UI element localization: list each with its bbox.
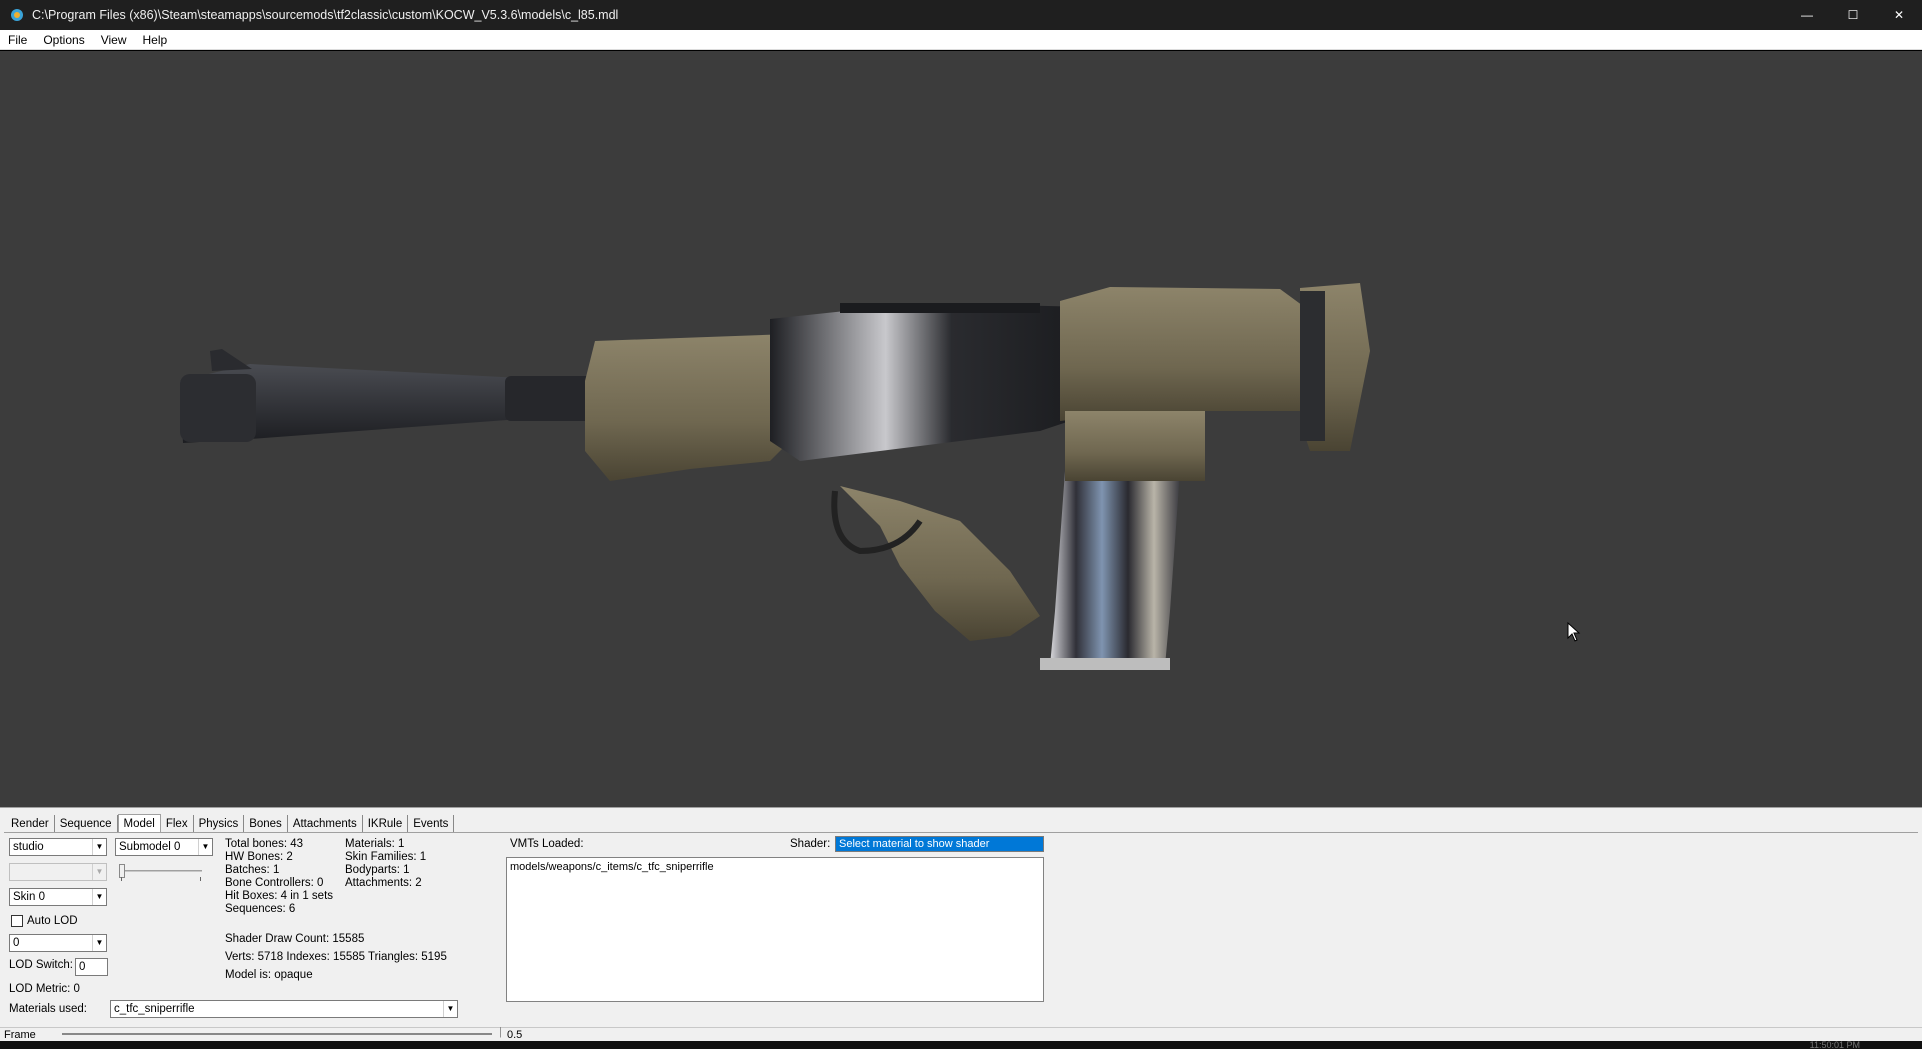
tab-strip: Render Sequence Model Flex Physics Bones…	[6, 813, 455, 833]
tab-render[interactable]: Render	[6, 815, 55, 833]
chevron-down-icon: ▼	[92, 935, 106, 951]
shader-field[interactable]: Select material to show shader	[835, 836, 1044, 852]
mouse-cursor-icon	[1567, 622, 1581, 642]
auto-lod-checkbox[interactable]	[11, 915, 23, 927]
hit-boxes-text: Hit Boxes: 4 in 1 sets	[225, 890, 334, 902]
auto-lod-label: Auto LOD	[27, 915, 78, 927]
bone-controllers-text: Bone Controllers: 0	[225, 877, 324, 889]
lod-switch-input[interactable]: 0	[75, 958, 108, 976]
rifle-model	[180, 283, 1370, 670]
tab-events[interactable]: Events	[408, 815, 455, 833]
lod-switch-label: LOD Switch:	[9, 959, 73, 971]
title-bar: C:\Program Files (x86)\Steam\steamapps\s…	[0, 0, 1922, 30]
geometry-counts-text: Verts: 5718 Indexes: 15585 Triangles: 51…	[225, 951, 447, 963]
model-viewport[interactable]	[0, 51, 1922, 807]
chevron-down-icon: ▼	[443, 1001, 457, 1017]
lod-select[interactable]: 0 ▼	[9, 934, 107, 952]
menu-help[interactable]: Help	[135, 30, 176, 50]
render-mode-value: studio	[13, 841, 44, 853]
lod-value: 0	[13, 937, 20, 949]
materials-used-label: Materials used:	[9, 1003, 87, 1015]
skin-families-text: Skin Families: 1	[345, 851, 427, 863]
tab-ikrule[interactable]: IKRule	[363, 815, 409, 833]
frame-slider-divider: |	[499, 1026, 502, 1038]
attachments-count-text: Attachments: 2	[345, 877, 422, 889]
tab-sequence[interactable]: Sequence	[55, 815, 118, 833]
submodel-slider-track[interactable]	[120, 870, 202, 872]
lod-metric-text: LOD Metric: 0	[9, 983, 80, 995]
hw-bones-text: HW Bones: 2	[225, 851, 293, 863]
taskbar-strip	[0, 1041, 1922, 1049]
menu-view[interactable]: View	[93, 30, 135, 50]
bodypart-select[interactable]: ▼	[9, 863, 107, 881]
tab-flex[interactable]: Flex	[161, 815, 194, 833]
status-bar: Frame | 0.5	[0, 1026, 1922, 1041]
materials-used-select[interactable]: c_tfc_sniperrifle ▼	[110, 1000, 458, 1018]
materials-count-text: Materials: 1	[345, 838, 405, 850]
menu-bar: File Options View Help	[0, 30, 1922, 50]
total-bones-text: Total bones: 43	[225, 838, 304, 850]
tab-physics[interactable]: Physics	[194, 815, 245, 833]
slider-tick	[200, 877, 201, 881]
skin-value: Skin 0	[13, 891, 45, 903]
tab-bones[interactable]: Bones	[244, 815, 288, 833]
minimize-button[interactable]: —	[1784, 0, 1830, 30]
model-stats-secondary: Materials: 1 Skin Families: 1 Bodyparts:…	[345, 838, 426, 890]
app-icon	[11, 9, 23, 21]
list-item[interactable]: models/weapons/c_items/c_tfc_sniperrifle	[510, 861, 1040, 873]
maximize-button[interactable]: ☐	[1830, 0, 1876, 30]
chevron-down-icon: ▼	[92, 864, 106, 880]
slider-tick	[121, 877, 122, 881]
menu-file[interactable]: File	[0, 30, 35, 50]
menu-options[interactable]: Options	[35, 30, 92, 50]
tab-model[interactable]: Model	[117, 814, 161, 833]
vmt-list[interactable]: models/weapons/c_items/c_tfc_sniperrifle	[506, 857, 1044, 1002]
model-opacity-text: Model is: opaque	[225, 969, 313, 981]
model-stats-primary: Total bones: 43 HW Bones: 2 Batches: 1 B…	[225, 838, 333, 916]
shader-label: Shader:	[790, 838, 831, 850]
render-mode-select[interactable]: studio ▼	[9, 838, 107, 856]
close-button[interactable]: ✕	[1876, 0, 1922, 30]
chevron-down-icon: ▼	[92, 839, 106, 855]
window-title: C:\Program Files (x86)\Steam\steamapps\s…	[32, 8, 619, 22]
materials-used-value: c_tfc_sniperrifle	[114, 1003, 195, 1015]
vmts-loaded-label: VMTs Loaded:	[510, 838, 584, 850]
sequences-text: Sequences: 6	[225, 903, 296, 915]
submodel-slider-thumb[interactable]	[119, 864, 125, 878]
chevron-down-icon: ▼	[198, 839, 212, 855]
tab-divider	[4, 832, 1918, 833]
submodel-value: Submodel 0	[119, 841, 181, 853]
taskbar-clock: 11:50:01 PM	[1809, 1041, 1860, 1049]
skin-select[interactable]: Skin 0 ▼	[9, 888, 107, 906]
shader-draw-count-text: Shader Draw Count: 15585	[225, 933, 365, 945]
bodyparts-text: Bodyparts: 1	[345, 864, 410, 876]
tab-attachments[interactable]: Attachments	[288, 815, 363, 833]
frame-slider[interactable]	[62, 1033, 492, 1035]
chevron-down-icon: ▼	[92, 889, 106, 905]
batches-text: Batches: 1	[225, 864, 280, 876]
submodel-select[interactable]: Submodel 0 ▼	[115, 838, 213, 856]
